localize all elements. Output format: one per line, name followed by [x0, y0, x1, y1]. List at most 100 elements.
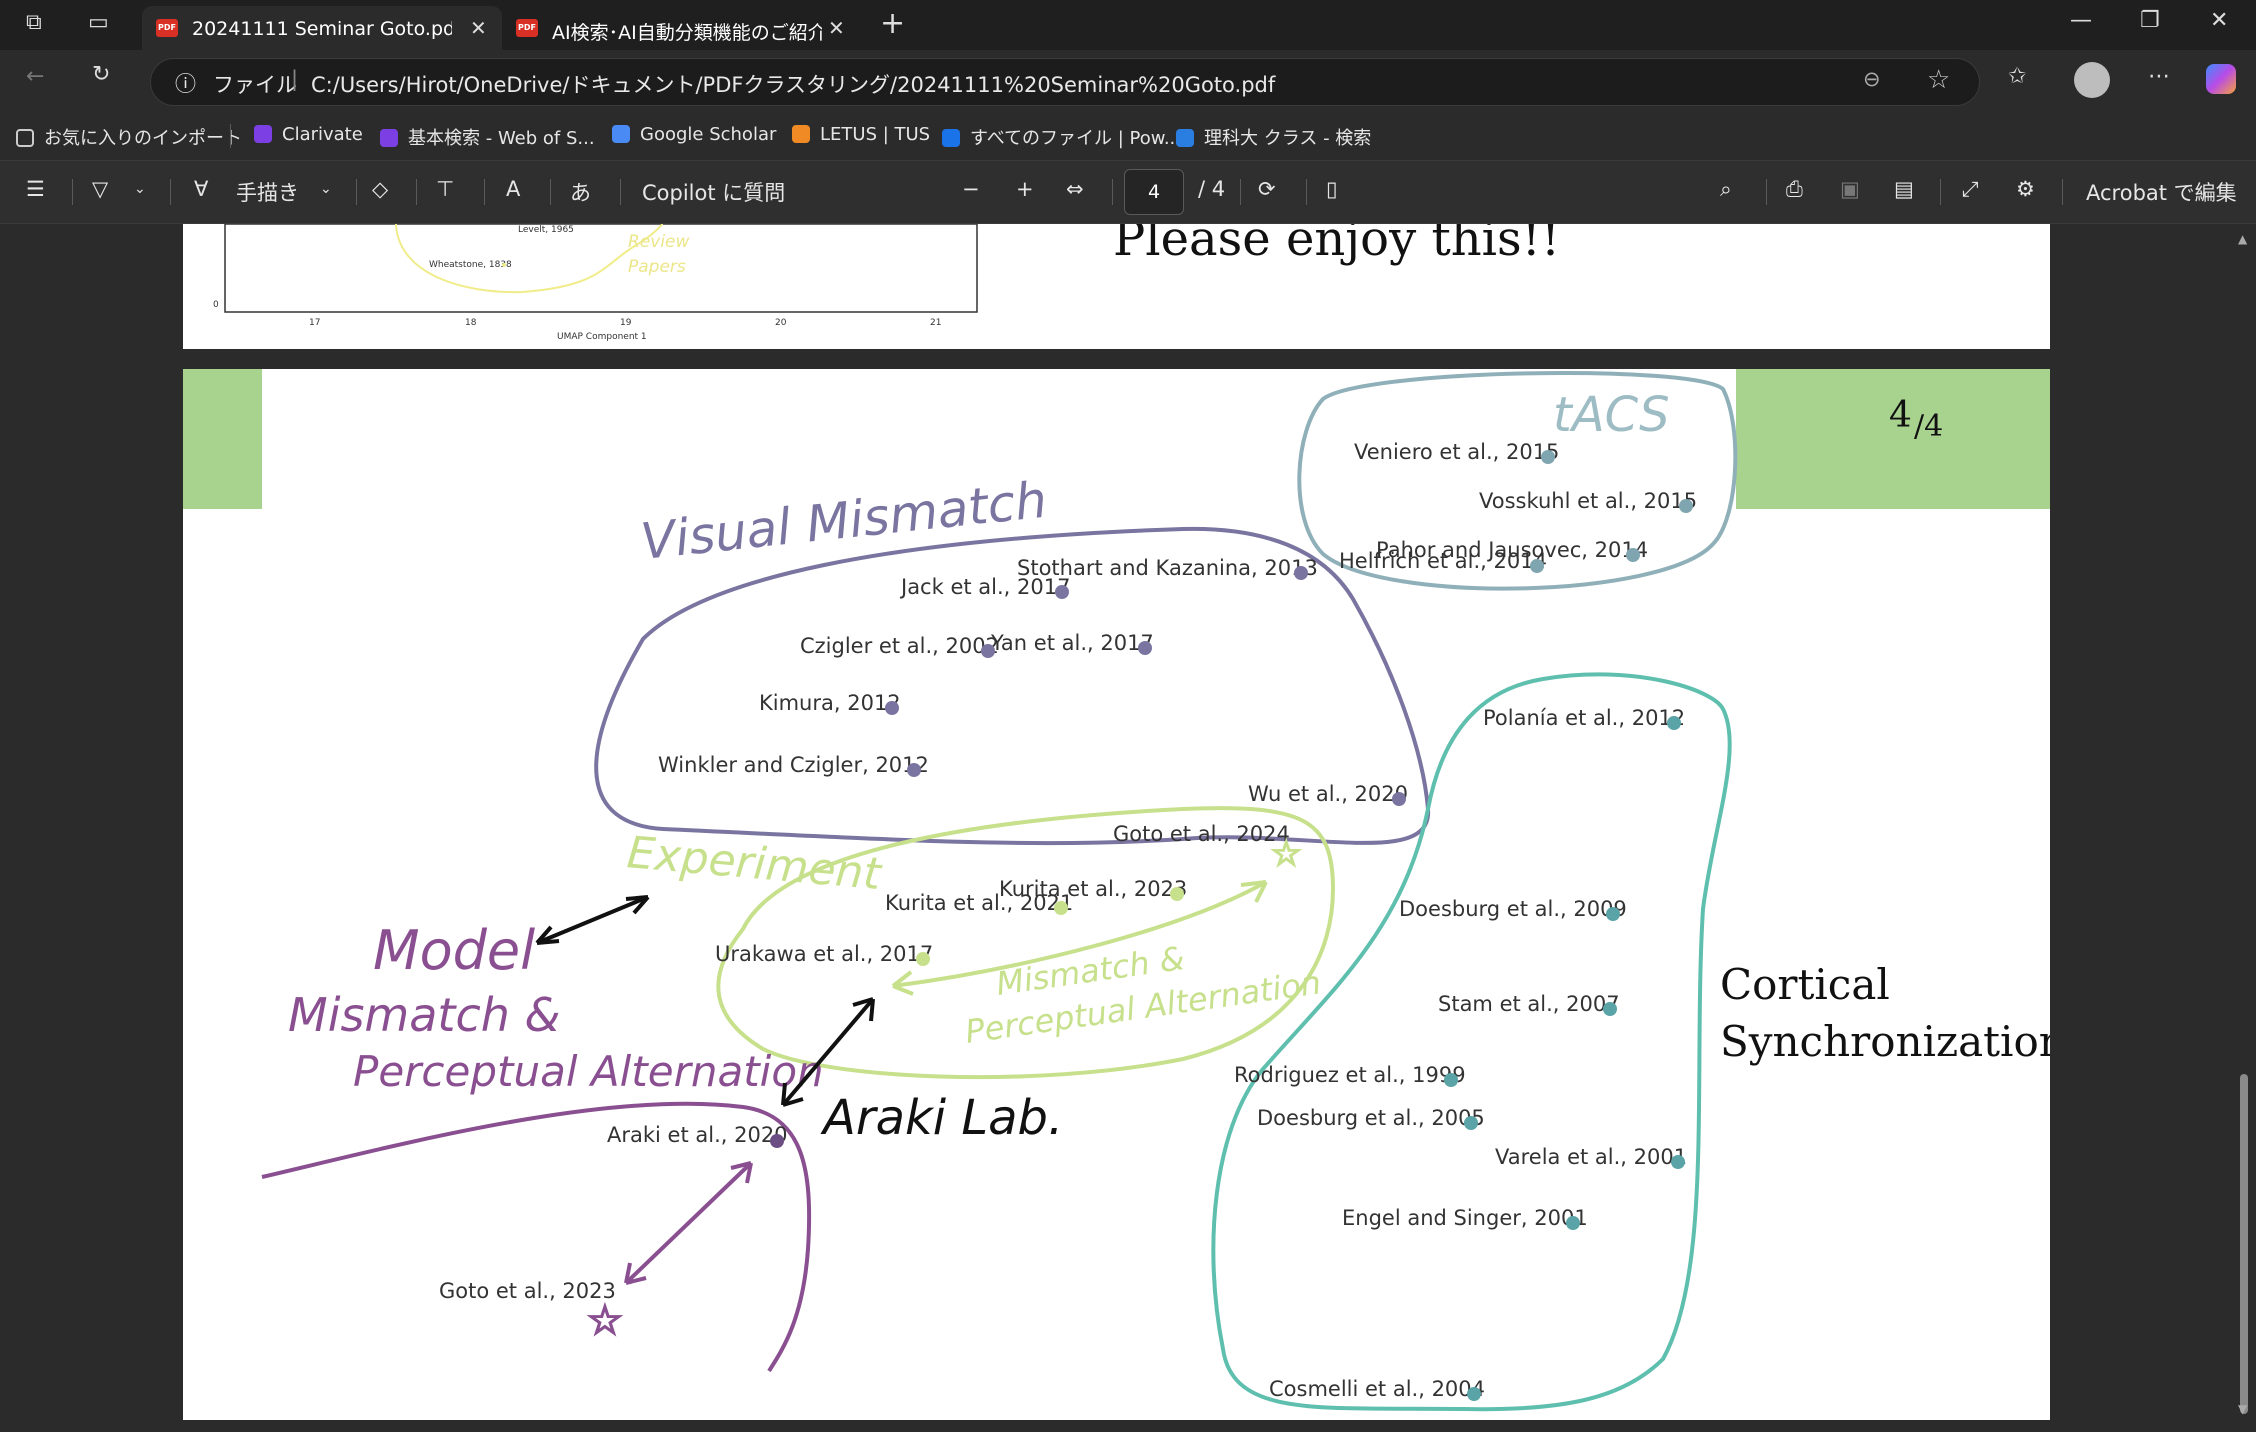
header-band-left	[183, 369, 262, 509]
highlight-icon[interactable]: ▽	[92, 177, 108, 201]
print-icon[interactable]: ⎙	[1786, 177, 1803, 202]
zoom-out-icon[interactable]: −	[962, 177, 980, 201]
back-icon[interactable]: ←	[26, 64, 44, 89]
refresh-icon[interactable]: ↻	[92, 62, 110, 87]
favorite-star-icon[interactable]: ☆	[1927, 65, 1950, 95]
profile-avatar[interactable]	[2074, 62, 2110, 98]
save-icon[interactable]: ▣	[1840, 177, 1860, 201]
point-varela	[1671, 1155, 1685, 1169]
point-araki	[770, 1134, 784, 1148]
text-box-icon[interactable]: ⊤	[436, 177, 454, 201]
star-goto2023-icon: ☆	[587, 1298, 623, 1344]
rotate-icon[interactable]: ⟳	[1258, 177, 1276, 201]
bookmark-bing[interactable]: 理科大 クラス - 検索	[1176, 124, 1371, 150]
box-icon	[942, 129, 960, 147]
bookmarks-bar: お気に入りのインポート Clarivate 基本検索 - Web of S...…	[0, 114, 2256, 161]
bookmark-clarivate[interactable]: Clarivate	[254, 124, 363, 145]
page4-canvas: 4 /4 tACS Veniero et al., 2015 Vosskuhl …	[183, 369, 2050, 1412]
bookmark-letus[interactable]: LETUS | TUS	[792, 124, 930, 145]
point-kurita2023	[1170, 887, 1184, 901]
visual-mismatch-label: Visual Mismatch	[638, 471, 1049, 571]
perceptual-alternation-label: Perceptual Alternation	[353, 1047, 824, 1096]
tab-strip: ⧉ ▭ PDF 20241111 Seminar Goto.pdf ✕ PDF …	[0, 0, 2256, 50]
bing-icon	[1176, 129, 1194, 147]
tab-title: AI検索･AI自動分類機能のご紹介資	[552, 22, 822, 44]
bookmark-import[interactable]: お気に入りのインポート	[16, 124, 242, 150]
translate-icon[interactable]: あ	[570, 177, 591, 207]
review-label: Review	[628, 232, 690, 252]
point-veniero	[1541, 450, 1555, 464]
workspaces-icon[interactable]: ⧉	[26, 10, 42, 35]
bookmark-google-scholar[interactable]: Google Scholar	[612, 124, 776, 145]
acrobat-edit-button[interactable]: Acrobat で編集	[2086, 177, 2237, 207]
scroll-up-icon[interactable]: ▲	[2238, 232, 2247, 246]
tacs-label: tACS	[1553, 387, 1670, 443]
point-cosmelli	[1467, 1387, 1481, 1401]
info-icon[interactable]: ⓘ	[175, 68, 196, 98]
copilot-ask-button[interactable]: Copilot に質問	[642, 177, 785, 207]
eraser-icon[interactable]: ◇	[372, 177, 388, 201]
page-total: / 4	[1198, 177, 1226, 201]
read-aloud-icon[interactable]: A	[506, 177, 520, 201]
scroll-down-icon[interactable]: ▼	[2238, 1402, 2247, 1416]
citation-polania: Polanía et al., 2012	[1483, 706, 1685, 730]
more-menu-icon[interactable]: ⋯	[2148, 64, 2170, 89]
scrollbar-thumb[interactable]	[2240, 1074, 2248, 1414]
address-bar[interactable]: ⓘ ファイル | C:/Users/Hirot/OneDrive/ドキュメント/…	[150, 58, 1980, 106]
citation-helfrich: Helfrich et al., 2014	[1339, 549, 1547, 573]
draw-icon[interactable]: ∀	[194, 177, 208, 201]
bookmark-box[interactable]: すべてのファイル | Pow...	[942, 124, 1181, 150]
tab-actions-icon[interactable]: ▭	[88, 10, 109, 35]
point-pahor	[1626, 548, 1640, 562]
bookmark-web-of-science[interactable]: 基本検索 - Web of S...	[380, 124, 595, 150]
mismatch-label: Mismatch &	[288, 988, 560, 1042]
pdf-page-4: 4 /4 tACS Veniero et al., 2015 Vosskuhl …	[183, 369, 2050, 1420]
copilot-icon[interactable]	[2206, 64, 2236, 94]
page-total: /4	[1914, 409, 1943, 444]
citation-kurita2021: Kurita et al., 2021	[885, 891, 1073, 915]
tab-ai-search[interactable]: PDF AI検索･AI自動分類機能のご紹介資 ✕	[502, 6, 862, 50]
scrollbar[interactable]: ▲ ▼	[2232, 224, 2256, 1432]
point-stam	[1603, 1002, 1617, 1016]
model-label: Model	[373, 919, 535, 982]
close-window-icon[interactable]: ✕	[2210, 8, 2228, 33]
x-tick-17: 17	[309, 318, 320, 328]
model-experiment-arrow	[536, 895, 649, 945]
close-tab-icon[interactable]: ✕	[470, 16, 487, 40]
contents-icon[interactable]: ☰	[26, 177, 45, 201]
point-rodriguez	[1444, 1073, 1458, 1087]
point-winkler	[907, 763, 921, 777]
citation-rodriguez: Rodriguez et al., 1999	[1234, 1063, 1466, 1087]
page-number-input[interactable]: 4	[1124, 169, 1184, 215]
wos-icon	[380, 129, 398, 147]
zoom-icon[interactable]: ⊖	[1863, 67, 1881, 91]
new-tab-icon[interactable]: +	[880, 6, 905, 41]
fit-width-icon[interactable]: ⇔	[1066, 177, 1084, 201]
pdf-file-icon: PDF	[156, 19, 178, 37]
fullscreen-icon[interactable]: ⤢	[1962, 177, 1979, 202]
close-tab-icon[interactable]: ✕	[828, 16, 845, 40]
y-tick-zero: 0	[213, 300, 219, 310]
tab-title: 20241111 Seminar Goto.pdf	[192, 18, 452, 40]
chevron-down-icon[interactable]: ⌄	[134, 181, 146, 197]
citation-yan: Yan et al., 2017	[990, 631, 1154, 655]
cortical-label-line1: Cortical	[1720, 960, 1890, 1009]
minimize-icon[interactable]: —	[2070, 8, 2092, 33]
favorites-icon[interactable]: ✩	[2008, 64, 2026, 89]
page-view-icon[interactable]: ▯	[1326, 177, 1338, 201]
papers-label: Papers	[628, 257, 686, 277]
search-icon[interactable]: ⌕	[1720, 177, 1732, 202]
address-url[interactable]: C:/Users/Hirot/OneDrive/ドキュメント/PDFクラスタリン…	[311, 69, 1275, 99]
restore-icon[interactable]: ❐	[2140, 8, 2160, 33]
tab-seminar-pdf[interactable]: PDF 20241111 Seminar Goto.pdf ✕	[142, 6, 502, 50]
save-as-icon[interactable]: ▤	[1894, 177, 1914, 201]
x-tick-19: 19	[620, 318, 632, 328]
zoom-in-icon[interactable]: +	[1016, 177, 1034, 201]
draw-button[interactable]: 手描き	[236, 177, 299, 207]
settings-gear-icon[interactable]: ⚙	[2016, 177, 2035, 201]
chevron-down-icon[interactable]: ⌄	[320, 181, 332, 197]
pdf-page-3: Levelt, 1965 Wheatstone, 1838 Review Pap…	[183, 224, 2050, 349]
citation-doesburg2005: Doesburg et al., 2005	[1257, 1106, 1485, 1130]
point-kimura	[885, 701, 899, 715]
import-icon	[16, 129, 34, 147]
